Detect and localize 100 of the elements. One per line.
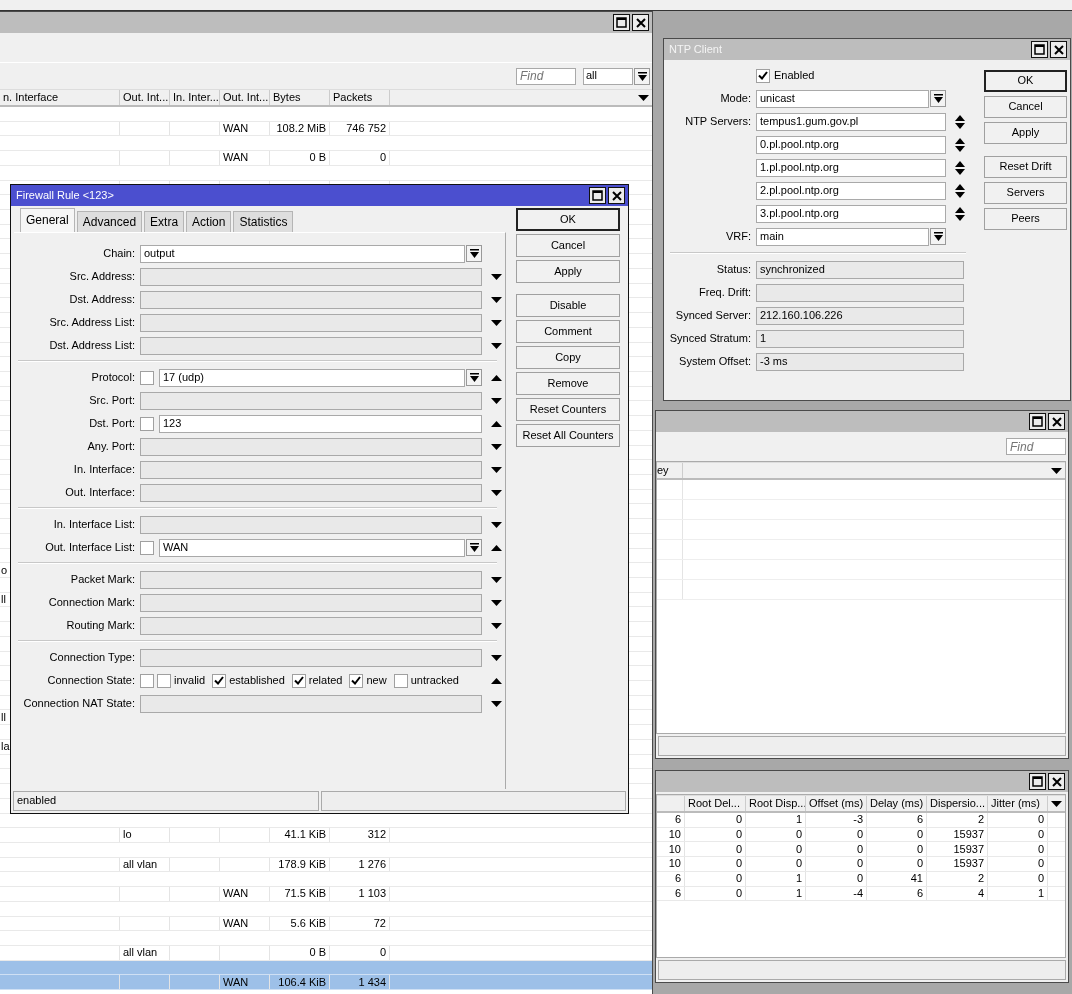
maximize-button[interactable] xyxy=(613,14,630,31)
up-down-arrows-icon[interactable] xyxy=(955,137,965,152)
dialog-button[interactable]: Apply xyxy=(516,260,620,283)
checkbox[interactable] xyxy=(157,673,171,688)
dropdown-button[interactable] xyxy=(930,89,946,107)
dropdown-button[interactable] xyxy=(466,368,482,386)
input-field[interactable]: tempus1.gum.gov.pl xyxy=(756,112,946,131)
checkbox[interactable] xyxy=(291,673,306,688)
column-menu-icon[interactable] xyxy=(1051,467,1062,474)
column-header[interactable]: Dispersio... xyxy=(927,796,988,811)
dialog-button[interactable]: Disable xyxy=(516,294,620,317)
dialog-button[interactable]: Servers xyxy=(984,182,1067,204)
dialog-button[interactable]: Cancel xyxy=(516,234,620,257)
maximize-button[interactable] xyxy=(1029,773,1046,790)
expand-arrow-icon[interactable] xyxy=(490,397,502,404)
collapse-arrow-icon[interactable] xyxy=(490,544,502,551)
input-field[interactable]: 17 (udp) xyxy=(159,368,465,387)
expand-arrow-icon[interactable] xyxy=(490,489,502,496)
input-field[interactable] xyxy=(140,570,482,589)
tab[interactable]: Action xyxy=(186,211,232,232)
expand-arrow-icon[interactable] xyxy=(490,342,502,349)
input-field[interactable]: main xyxy=(756,227,929,246)
input-field[interactable] xyxy=(140,437,482,456)
column-header[interactable]: In. Inter... xyxy=(170,90,220,105)
search-field[interactable]: Find xyxy=(1006,438,1066,455)
input-field[interactable] xyxy=(140,616,482,635)
dialog-button[interactable]: Remove xyxy=(516,372,620,395)
checkbox[interactable] xyxy=(393,673,408,688)
up-down-arrows-icon[interactable] xyxy=(955,183,965,198)
dialog-button[interactable]: Peers xyxy=(984,208,1067,230)
selected-row[interactable]: WAN 106.4 KiB 1 434 xyxy=(0,960,652,991)
input-field[interactable]: 0.pl.pool.ntp.org xyxy=(756,135,946,154)
expand-arrow-icon[interactable] xyxy=(490,273,502,280)
close-button[interactable] xyxy=(1048,413,1065,430)
dialog-button[interactable]: Reset Drift xyxy=(984,156,1067,178)
dropdown-button[interactable] xyxy=(930,227,946,245)
close-button[interactable] xyxy=(608,187,625,204)
input-field[interactable] xyxy=(140,593,482,612)
input-field[interactable] xyxy=(140,694,482,713)
expand-arrow-icon[interactable] xyxy=(490,466,502,473)
input-field[interactable]: 3.pl.pool.ntp.org xyxy=(756,204,946,223)
input-field[interactable] xyxy=(140,483,482,502)
column-header[interactable]: Delay (ms) xyxy=(867,796,927,811)
input-field[interactable]: 1.pl.pool.ntp.org xyxy=(756,158,946,177)
up-down-arrows-icon[interactable] xyxy=(955,114,965,129)
dialog-button[interactable]: Comment xyxy=(516,320,620,343)
search-field[interactable]: Find xyxy=(516,67,576,85)
column-header[interactable]: Bytes xyxy=(270,90,330,105)
dropdown-button[interactable] xyxy=(466,244,482,262)
close-button[interactable] xyxy=(1050,41,1067,58)
maximize-button[interactable] xyxy=(1031,41,1048,58)
checkbox[interactable] xyxy=(140,416,154,431)
dialog-button[interactable]: OK xyxy=(516,208,620,231)
dialog-button[interactable]: Apply xyxy=(984,122,1067,144)
expand-arrow-icon[interactable] xyxy=(490,443,502,450)
dialog-button[interactable]: Cancel xyxy=(984,96,1067,118)
column-header[interactable]: Root Disp... xyxy=(746,796,806,811)
tab[interactable]: Statistics xyxy=(233,211,294,232)
column-header[interactable]: ey xyxy=(657,463,683,478)
input-field[interactable]: 123 xyxy=(159,414,482,433)
input-field[interactable]: unicast xyxy=(756,89,929,108)
checkbox[interactable] xyxy=(140,673,154,688)
input-field[interactable]: 2.pl.pool.ntp.org xyxy=(756,181,946,200)
expand-arrow-icon[interactable] xyxy=(490,599,502,606)
input-field[interactable] xyxy=(140,290,482,309)
checkbox[interactable] xyxy=(756,68,770,83)
checkbox[interactable] xyxy=(212,673,227,688)
expand-arrow-icon[interactable] xyxy=(490,576,502,583)
up-down-arrows-icon[interactable] xyxy=(955,160,965,175)
input-field[interactable] xyxy=(140,515,482,534)
column-header[interactable]: Out. Int... xyxy=(220,90,270,105)
close-button[interactable] xyxy=(632,14,649,31)
maximize-button[interactable] xyxy=(1029,413,1046,430)
tab[interactable]: Advanced xyxy=(76,211,143,232)
collapse-arrow-icon[interactable] xyxy=(490,420,502,427)
up-down-arrows-icon[interactable] xyxy=(955,206,965,221)
close-button[interactable] xyxy=(1048,773,1065,790)
column-header[interactable]: n. Interface xyxy=(0,90,120,105)
expand-arrow-icon[interactable] xyxy=(490,654,502,661)
column-header[interactable]: Offset (ms) xyxy=(806,796,867,811)
input-field[interactable] xyxy=(140,313,482,332)
expand-arrow-icon[interactable] xyxy=(490,296,502,303)
expand-arrow-icon[interactable] xyxy=(490,622,502,629)
expand-arrow-icon[interactable] xyxy=(490,521,502,528)
expand-arrow-icon[interactable] xyxy=(490,319,502,326)
column-header[interactable]: Packets xyxy=(330,90,390,105)
dropdown-button[interactable] xyxy=(466,538,482,556)
maximize-button[interactable] xyxy=(589,187,606,204)
collapse-arrow-icon[interactable] xyxy=(490,374,502,381)
input-field[interactable] xyxy=(140,460,482,479)
dropdown-button[interactable] xyxy=(634,67,650,85)
input-field[interactable]: output xyxy=(140,244,465,263)
expand-arrow-icon[interactable] xyxy=(490,700,502,707)
column-menu-icon[interactable] xyxy=(638,94,649,101)
input-field[interactable]: WAN xyxy=(159,538,465,557)
dialog-button[interactable]: Reset Counters xyxy=(516,398,620,421)
tab[interactable]: General xyxy=(20,208,75,232)
checkbox[interactable] xyxy=(349,673,364,688)
input-field[interactable] xyxy=(140,391,482,410)
column-header[interactable]: Jitter (ms) xyxy=(988,796,1048,811)
